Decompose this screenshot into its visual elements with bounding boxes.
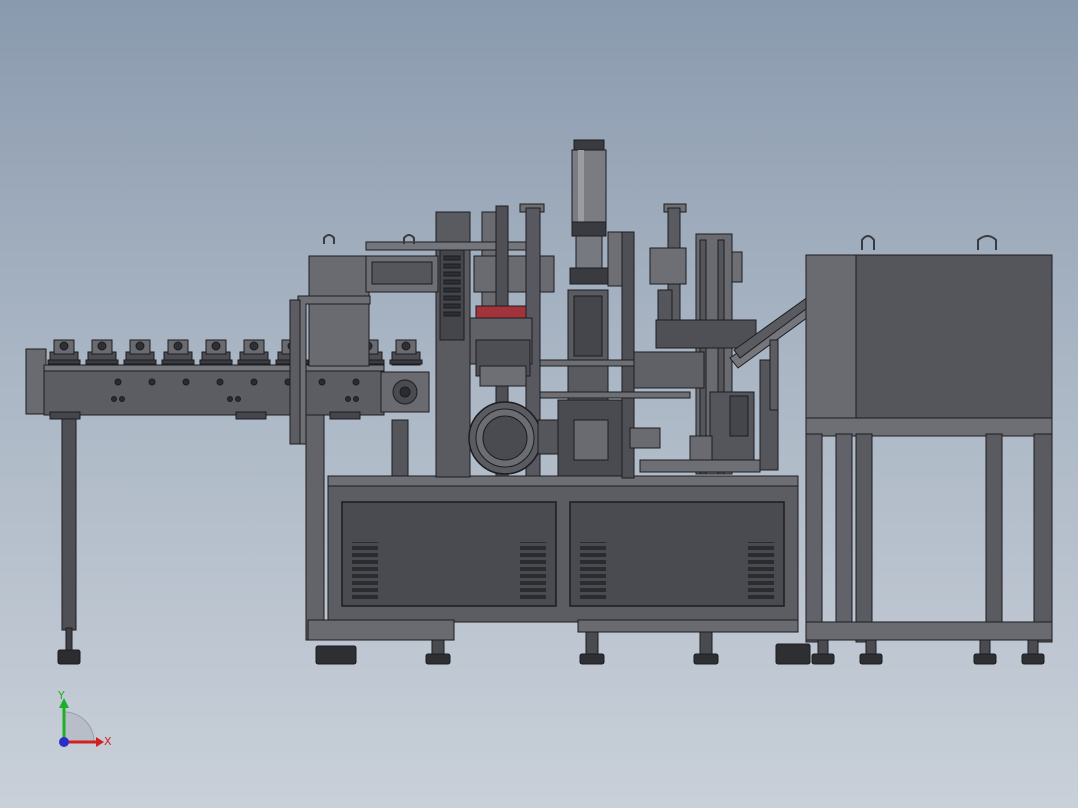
y-axis-label: Y [57, 689, 65, 702]
right-cabinet [805, 254, 1053, 665]
conveyor-drive [380, 371, 430, 413]
machine-model: Y X [25, 139, 1053, 748]
motor [468, 401, 561, 475]
triad-plane-icon [63, 711, 95, 743]
z-axis-icon [59, 737, 69, 747]
cad-viewport[interactable]: Y X [0, 0, 1078, 808]
x-axis-label: X [104, 735, 112, 748]
coordinate-triad: Y X [57, 689, 112, 748]
